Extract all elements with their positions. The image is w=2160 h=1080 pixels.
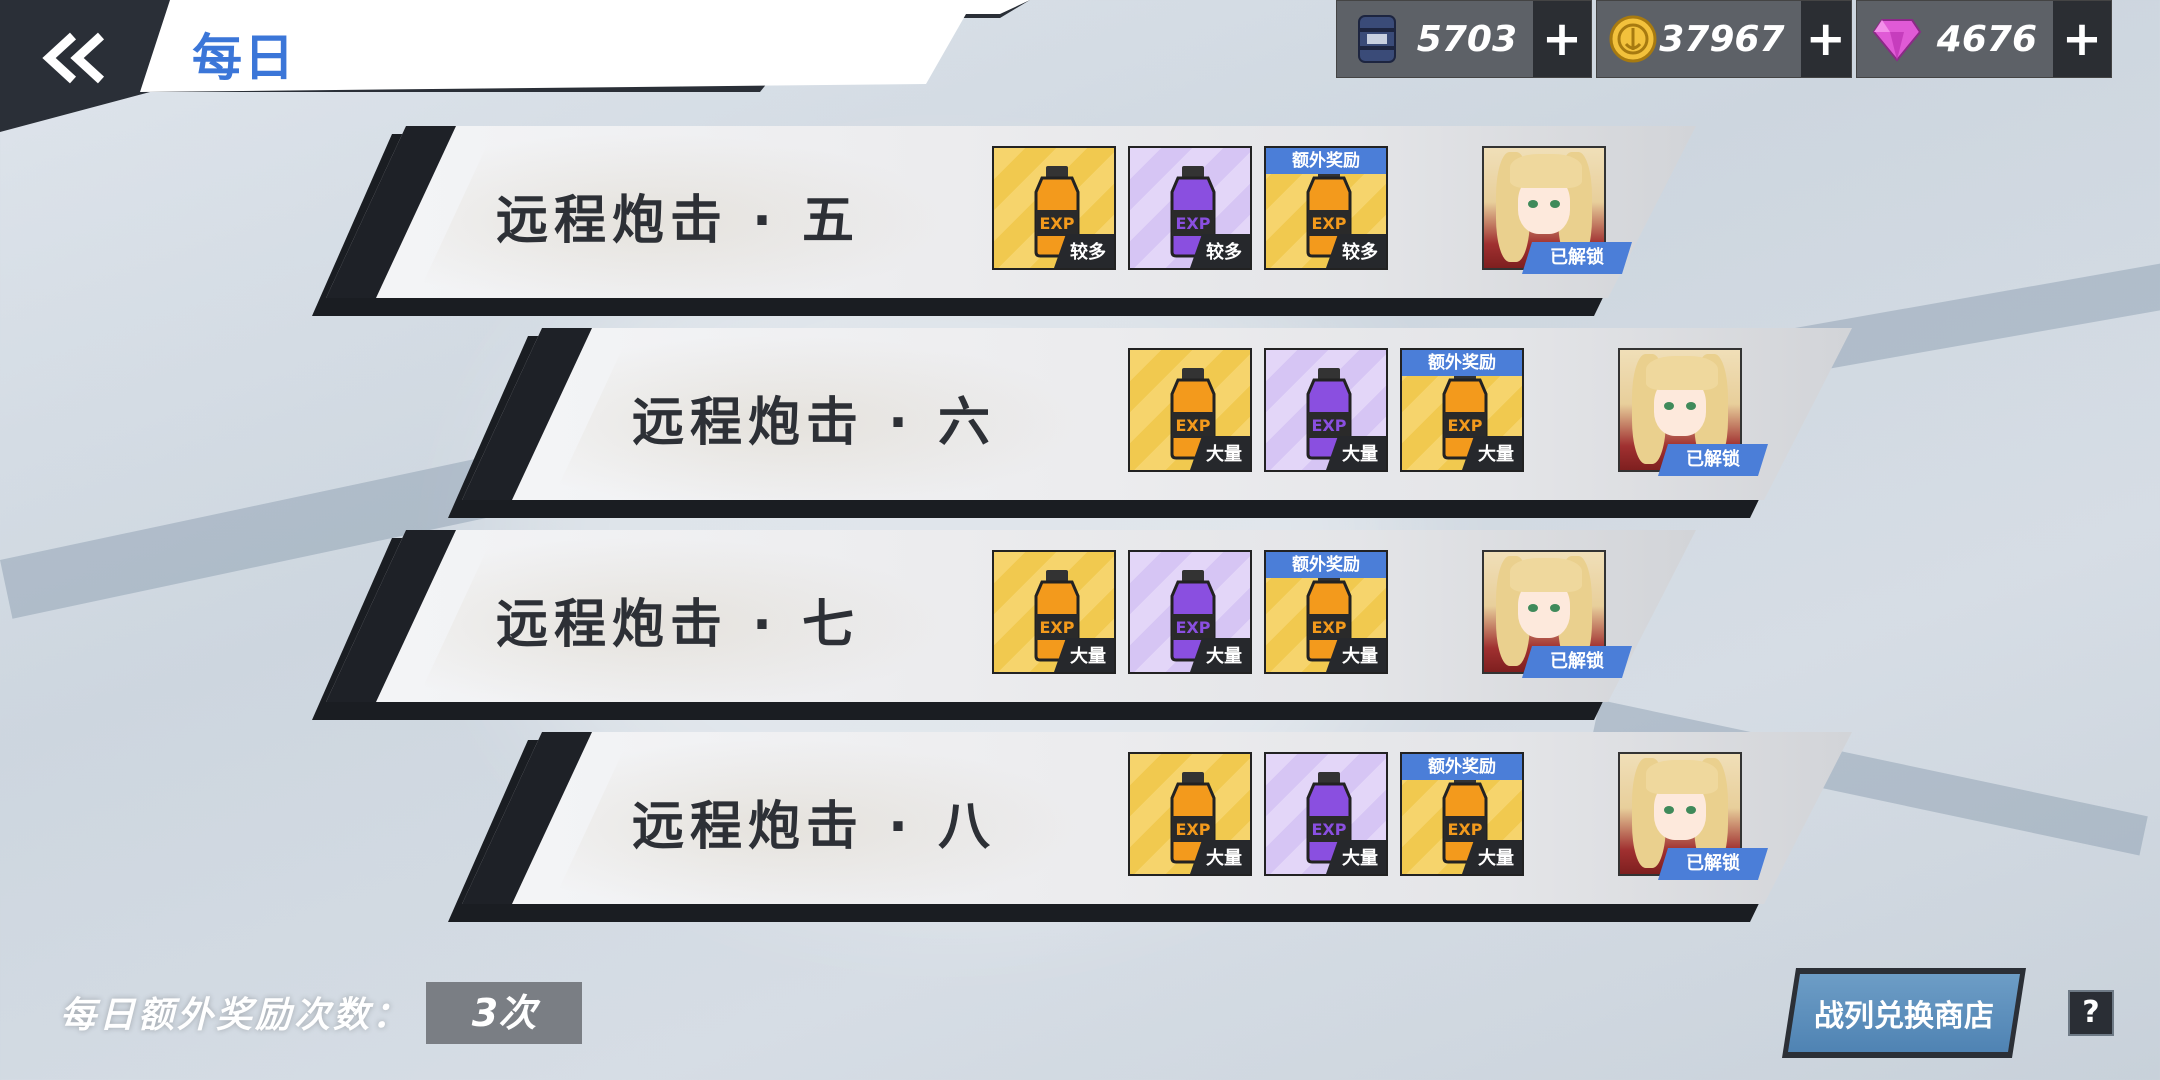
help-button[interactable]: ? xyxy=(2068,990,2114,1036)
page-title: 每日 xyxy=(192,29,296,87)
reward-item-bonus-exp[interactable]: EXP 额外奖励 大量 xyxy=(1400,348,1524,472)
bonus-reward-tag: 额外奖励 xyxy=(1402,754,1522,780)
stage-row[interactable]: 远程炮击 · 七 EXP 大量 EXP 大量 EXP 额外奖励 大量 已解锁 xyxy=(326,530,1696,712)
gem-value: 4676 xyxy=(1936,18,2037,60)
bonus-reward-tag: 额外奖励 xyxy=(1266,552,1386,578)
reward-item-bonus-exp[interactable]: EXP 额外奖励 大量 xyxy=(1400,752,1524,876)
currency-gold: 37967 + xyxy=(1596,0,1852,78)
stage-name: 远程炮击 · 七 xyxy=(496,595,860,655)
unlocked-badge: 已解锁 xyxy=(1522,646,1632,678)
svg-text:EXP: EXP xyxy=(1176,416,1211,435)
svg-text:EXP: EXP xyxy=(1448,820,1483,839)
reward-item-bonus-exp[interactable]: EXP 额外奖励 较多 xyxy=(1264,146,1388,270)
daily-bonus-count: 3次 xyxy=(426,982,582,1044)
stage-name: 远程炮击 · 五 xyxy=(496,191,860,251)
unlocked-badge: 已解锁 xyxy=(1658,848,1768,880)
reward-item-purple-exp[interactable]: EXP 大量 xyxy=(1264,348,1388,472)
oil-value: 5703 xyxy=(1416,18,1517,60)
exchange-shop-button[interactable]: 战列兑换商店 xyxy=(1782,968,2026,1058)
unlocked-badge: 已解锁 xyxy=(1522,242,1632,274)
svg-text:EXP: EXP xyxy=(1040,214,1075,233)
svg-text:EXP: EXP xyxy=(1176,618,1211,637)
stage-name: 远程炮击 · 六 xyxy=(632,393,996,453)
bonus-reward-tag: 额外奖励 xyxy=(1266,148,1386,174)
reward-item-purple-exp[interactable]: EXP 大量 xyxy=(1128,550,1252,674)
currency-gem: 4676 + xyxy=(1856,0,2112,78)
bonus-reward-tag: 额外奖励 xyxy=(1402,350,1522,376)
gold-coin-icon xyxy=(1607,9,1659,69)
svg-text:EXP: EXP xyxy=(1448,416,1483,435)
svg-text:EXP: EXP xyxy=(1176,820,1211,839)
add-oil-button[interactable]: + xyxy=(1533,1,1591,77)
back-button[interactable] xyxy=(26,22,122,94)
svg-text:EXP: EXP xyxy=(1312,618,1347,637)
exchange-shop-label: 战列兑换商店 xyxy=(1788,974,2020,1052)
svg-text:EXP: EXP xyxy=(1312,214,1347,233)
reward-item-purple-exp[interactable]: EXP 大量 xyxy=(1264,752,1388,876)
oil-barrel-icon xyxy=(1347,9,1407,69)
currency-oil: 5703 + xyxy=(1336,0,1592,78)
daily-bonus-label: 每日额外奖励次数： xyxy=(60,995,412,1036)
reward-item-orange-exp[interactable]: EXP 大量 xyxy=(1128,348,1252,472)
svg-text:EXP: EXP xyxy=(1176,214,1211,233)
reward-item-purple-exp[interactable]: EXP 较多 xyxy=(1128,146,1252,270)
svg-text:EXP: EXP xyxy=(1312,820,1347,839)
reward-item-bonus-exp[interactable]: EXP 额外奖励 大量 xyxy=(1264,550,1388,674)
stage-row[interactable]: 远程炮击 · 八 EXP 大量 EXP 大量 EXP 额外奖励 大量 已解锁 xyxy=(462,732,1852,914)
reward-item-orange-exp[interactable]: EXP 大量 xyxy=(1128,752,1252,876)
svg-text:EXP: EXP xyxy=(1040,618,1075,637)
stage-row[interactable]: 远程炮击 · 五 EXP 较多 EXP 较多 EXP 额外奖励 较多 已解锁 xyxy=(326,126,1696,308)
svg-text:EXP: EXP xyxy=(1312,416,1347,435)
gold-value: 37967 xyxy=(1659,18,1785,60)
stage-name: 远程炮击 · 八 xyxy=(632,797,996,857)
unlocked-badge: 已解锁 xyxy=(1658,444,1768,476)
double-chevron-left-icon xyxy=(42,32,105,84)
reward-item-orange-exp[interactable]: EXP 较多 xyxy=(992,146,1116,270)
gem-icon xyxy=(1867,9,1927,69)
stage-row[interactable]: 远程炮击 · 六 EXP 大量 EXP 大量 EXP 额外奖励 大量 已解锁 xyxy=(462,328,1852,510)
add-gem-button[interactable]: + xyxy=(2053,1,2111,77)
reward-item-orange-exp[interactable]: EXP 大量 xyxy=(992,550,1116,674)
add-gold-button[interactable]: + xyxy=(1800,1,1851,77)
